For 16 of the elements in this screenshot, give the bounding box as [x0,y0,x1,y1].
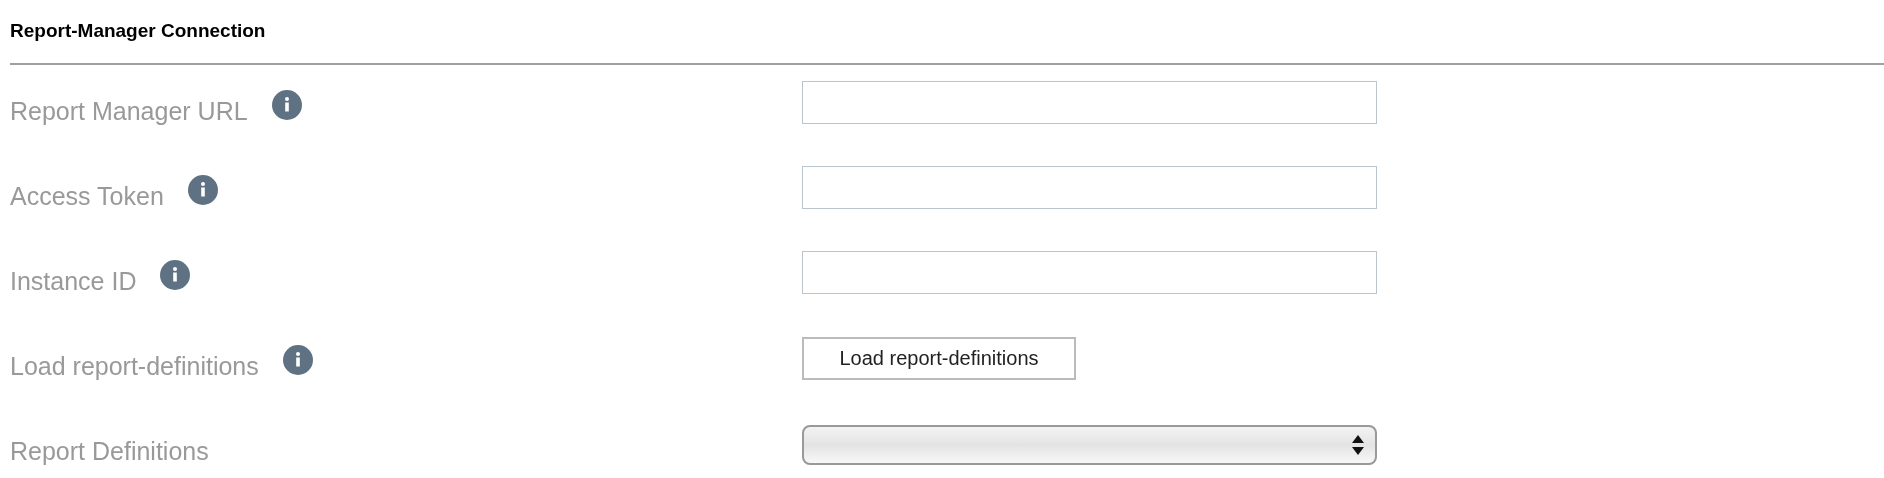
field-label: Access Token [10,182,164,211]
dropdown-select[interactable] [802,424,1377,465]
field-label: Report Manager URL [10,97,248,126]
text-field[interactable] [802,251,1377,294]
field-label: Load report-definitions [10,352,259,381]
text-field[interactable] [802,166,1377,209]
field-label: Report Definitions [10,437,209,466]
field-label: Instance ID [10,267,137,296]
up-down-arrows-icon [1351,433,1365,456]
info-icon[interactable] [160,259,191,290]
section-title: Report-Manager Connection [10,20,267,43]
info-icon[interactable] [282,344,313,375]
info-icon[interactable] [271,89,302,120]
load-button[interactable]: Load report-definitions [802,337,1076,380]
text-field[interactable] [802,81,1377,124]
info-icon[interactable] [187,174,218,205]
